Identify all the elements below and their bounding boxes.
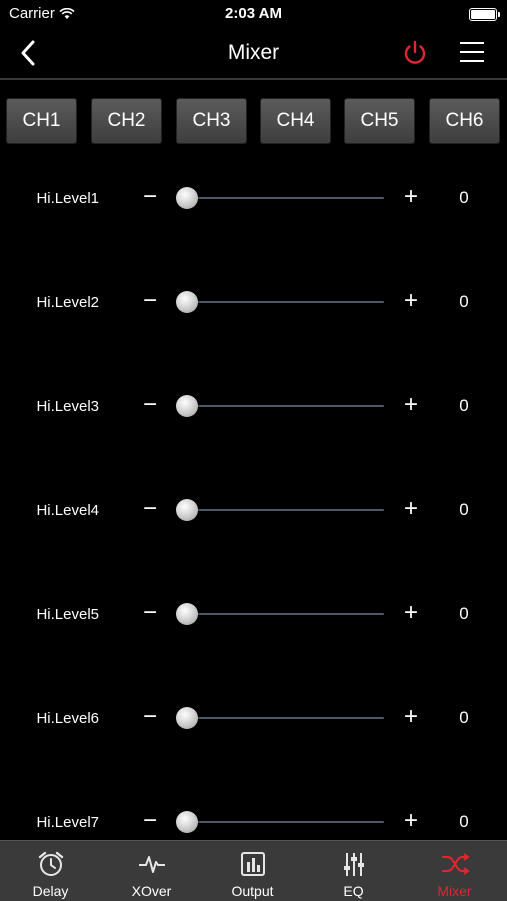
slider-knob[interactable]	[176, 811, 198, 833]
page-title: Mixer	[227, 41, 280, 64]
tab-xover[interactable]: XOver	[101, 841, 202, 901]
level-slider[interactable]	[186, 405, 384, 407]
level-label: Hi.Level4	[36, 502, 99, 519]
level-label: Hi.Level3	[36, 398, 99, 415]
level-slider[interactable]	[186, 301, 384, 303]
level-value: 0	[459, 188, 469, 207]
slider-knob[interactable]	[176, 603, 198, 625]
tab-mixer[interactable]: Mixer	[404, 841, 505, 901]
level-row: Hi.Level2 − + 0	[0, 250, 507, 354]
tab-label: Output	[231, 883, 274, 899]
channel-button-ch6[interactable]: CH6	[429, 98, 500, 144]
level-row: Hi.Level3 − + 0	[0, 354, 507, 458]
level-row: Hi.Level1 − + 0	[0, 146, 507, 250]
level-value: 0	[459, 500, 469, 519]
slider-knob[interactable]	[176, 499, 198, 521]
slider-knob[interactable]	[176, 395, 198, 417]
tab-label: EQ	[343, 883, 364, 899]
tab-label: Mixer	[437, 883, 472, 899]
slider-knob[interactable]	[176, 291, 198, 313]
battery-icon	[469, 8, 500, 21]
level-value: 0	[459, 604, 469, 623]
level-slider[interactable]	[186, 613, 384, 615]
clock: 2:03 AM	[225, 5, 282, 22]
decrease-button[interactable]: −	[138, 286, 162, 316]
tab-output[interactable]: Output	[202, 841, 303, 901]
decrease-button[interactable]: −	[138, 598, 162, 628]
increase-button[interactable]: +	[399, 702, 423, 732]
level-label: Hi.Level2	[36, 294, 99, 311]
slider-knob[interactable]	[176, 187, 198, 209]
level-row: Hi.Level5 − + 0	[0, 562, 507, 666]
level-value: 0	[459, 292, 469, 311]
equalizer-sliders-icon	[344, 853, 364, 876]
alarm-clock-icon	[38, 851, 64, 876]
increase-button[interactable]: +	[399, 286, 423, 316]
channel-button-ch1[interactable]: CH1	[6, 98, 77, 144]
slider-knob[interactable]	[176, 707, 198, 729]
level-slider[interactable]	[186, 197, 384, 199]
menu-icon[interactable]	[459, 41, 485, 63]
level-label: Hi.Level7	[36, 814, 99, 831]
decrease-button[interactable]: −	[138, 494, 162, 524]
tab-delay[interactable]: Delay	[0, 841, 101, 901]
channel-button-ch3[interactable]: CH3	[176, 98, 247, 144]
channel-button-ch2[interactable]: CH2	[91, 98, 162, 144]
decrease-button[interactable]: −	[138, 702, 162, 732]
level-slider[interactable]	[186, 717, 384, 719]
bar-chart-icon	[241, 852, 265, 876]
level-slider[interactable]	[186, 509, 384, 511]
level-value: 0	[459, 812, 469, 831]
increase-button[interactable]: +	[399, 806, 423, 836]
tab-label: XOver	[131, 883, 172, 899]
level-row: Hi.Level6 − + 0	[0, 666, 507, 770]
level-label: Hi.Level6	[36, 710, 99, 727]
decrease-button[interactable]: −	[138, 182, 162, 212]
level-label: Hi.Level5	[36, 606, 99, 623]
status-bar: Carrier 2:03 AM	[0, 0, 507, 28]
power-icon[interactable]	[401, 39, 429, 67]
channel-button-ch5[interactable]: CH5	[344, 98, 415, 144]
waveform-icon	[139, 856, 165, 873]
increase-button[interactable]: +	[399, 598, 423, 628]
tab-bar: Delay XOver Output EQ Mixer	[0, 840, 507, 901]
level-value: 0	[459, 396, 469, 415]
tab-label: Delay	[32, 883, 69, 899]
tab-eq[interactable]: EQ	[303, 841, 404, 901]
level-label: Hi.Level1	[36, 190, 99, 207]
crossed-arrows-icon	[442, 853, 470, 875]
level-slider[interactable]	[186, 821, 384, 823]
level-row: Hi.Level4 − + 0	[0, 458, 507, 562]
level-value: 0	[459, 708, 469, 727]
decrease-button[interactable]: −	[138, 390, 162, 420]
increase-button[interactable]: +	[399, 390, 423, 420]
decrease-button[interactable]: −	[138, 806, 162, 836]
channel-button-ch4[interactable]: CH4	[260, 98, 331, 144]
channel-selector: CH1 CH2 CH3 CH4 CH5 CH6	[6, 98, 502, 146]
increase-button[interactable]: +	[399, 182, 423, 212]
increase-button[interactable]: +	[399, 494, 423, 524]
navigation-bar: Mixer	[0, 28, 507, 80]
